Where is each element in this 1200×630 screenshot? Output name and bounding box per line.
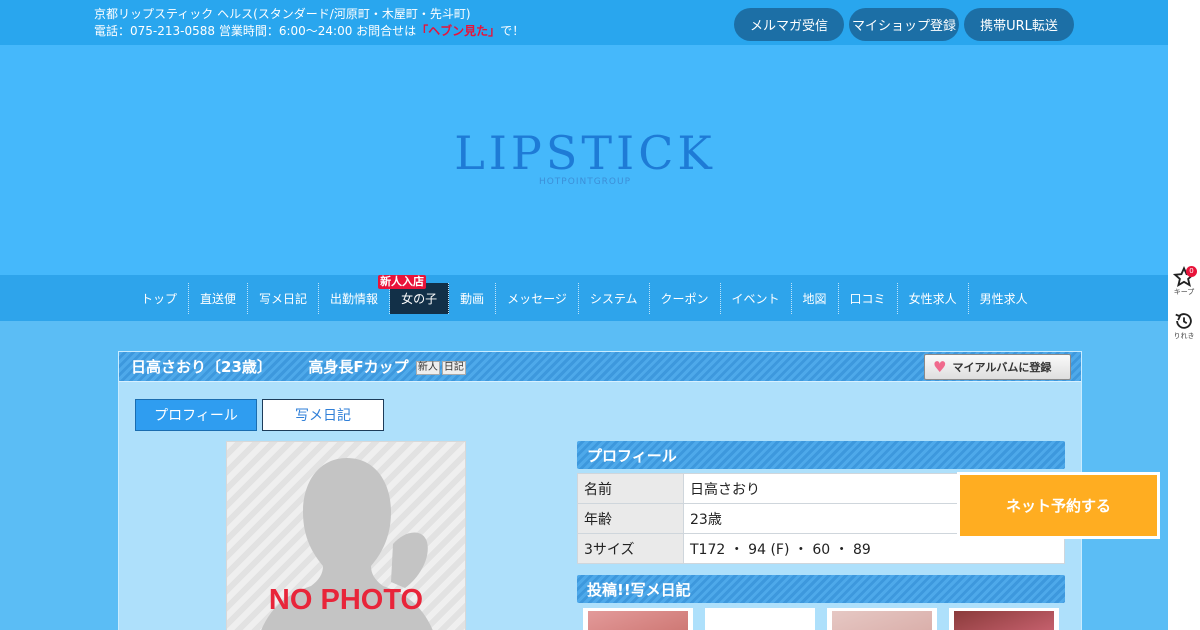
nav-label: 男性求人 (979, 292, 1028, 306)
add-album-button[interactable]: ♥ マイアルバムに登録 (924, 354, 1071, 380)
girl-name: 日高さおり〔23歳〕 (131, 358, 272, 376)
right-rail: 0 キープ りれき (1168, 0, 1200, 630)
nav-label: 写メ日記 (259, 292, 308, 306)
profile-tabs: プロフィール 写メ日記 (135, 399, 384, 431)
shop-contact: 電話：075-213-0588 営業時間：6:00～24:00 お問合せは「ヘブ… (94, 23, 524, 40)
nav-label: 出勤情報 (330, 292, 379, 306)
nav-label: クーポン (660, 292, 709, 306)
logo-word: LIPSTICK (454, 126, 716, 180)
row-key: 名前 (577, 473, 684, 504)
nav-label: 女性求人 (908, 292, 957, 306)
profile-section-heading: プロフィール (577, 441, 1065, 469)
nav-label: システム (589, 292, 638, 306)
diary-thumbnail[interactable] (583, 608, 693, 630)
shop-title: 京都リップスティック ヘルス(スタンダード/河原町・木屋町・先斗町) (94, 7, 471, 21)
profile-photo: NO PHOTO (226, 441, 466, 630)
shop-info: 京都リップスティック ヘルス(スタンダード/河原町・木屋町・先斗町) 電話：07… (94, 6, 524, 40)
main-nav: トップ 直送便 写メ日記 出勤情報 新人入店 女の子 動画 メッセージ システム … (0, 275, 1168, 321)
nav-item-message[interactable]: メッセージ (496, 283, 579, 314)
tag-new: 新人 (415, 361, 440, 375)
keep-label: キープ (1173, 288, 1195, 296)
nav-item-map[interactable]: 地図 (792, 283, 839, 314)
keep-button[interactable]: 0 キープ (1168, 266, 1200, 297)
mailmag-button[interactable]: メルマガ受信 (734, 8, 844, 41)
nav-item-movie[interactable]: 動画 (449, 283, 497, 314)
myshop-button[interactable]: マイショップ登録 (849, 8, 959, 41)
row-key: 3サイズ (577, 533, 684, 564)
nav-label: 動画 (460, 292, 485, 306)
top-bar: 京都リップスティック ヘルス(スタンダード/河原町・木屋町・先斗町) 電話：07… (0, 0, 1168, 45)
girl-catchphrase: 高身長Fカップ (308, 358, 409, 376)
thumbnail-image (954, 611, 1054, 630)
nav-label: 女の子 (401, 292, 438, 306)
history-icon (1175, 313, 1192, 329)
logo[interactable]: LIPSTICK HOTPOINTGROUP (443, 129, 727, 187)
nav-label: 地図 (802, 292, 827, 306)
diary-thumbnail[interactable] (949, 608, 1059, 630)
diary-thumbnail[interactable] (705, 608, 815, 630)
nav-label: 直送便 (200, 292, 237, 306)
nav-item-coupon[interactable]: クーポン (650, 283, 721, 314)
nav-item-review[interactable]: 口コミ (839, 283, 898, 314)
thumbnail-image (832, 611, 932, 630)
diary-thumbnails (583, 608, 1059, 630)
heart-icon: ♥ (933, 358, 947, 376)
profile-titlebar: 日高さおり〔23歳〕 高身長Fカップ 新人 日記 ♥ マイアルバムに登録 (119, 352, 1081, 382)
mobile-url-button[interactable]: 携帯URL転送 (964, 8, 1074, 41)
contact-highlight: 「ヘブン見た」 (416, 24, 501, 38)
nav-label: メッセージ (507, 292, 567, 306)
nav-label: トップ (141, 292, 178, 306)
diary-thumbnail[interactable] (827, 608, 937, 630)
girl-heading: 日高さおり〔23歳〕 高身長Fカップ 新人 日記 (131, 356, 466, 377)
hero-banner: LIPSTICK HOTPOINTGROUP (0, 45, 1168, 275)
nav-item-diary[interactable]: 写メ日記 (248, 283, 320, 314)
add-album-label: マイアルバムに登録 (952, 361, 1052, 374)
nav-item-girls[interactable]: 新人入店女の子 (378, 275, 450, 314)
contact-text: 電話：075-213-0588 営業時間：6:00～24:00 お問合せは (94, 24, 417, 38)
nav-item-top[interactable]: トップ (130, 283, 190, 314)
nav-item-event[interactable]: イベント (721, 283, 792, 314)
tab-profile[interactable]: プロフィール (135, 399, 257, 431)
diary-section-heading: 投稿!!写メ日記 (577, 575, 1065, 603)
no-photo-label: NO PHOTO (268, 584, 424, 616)
keep-count: 0 (1186, 266, 1197, 277)
nav-item-female-recruit[interactable]: 女性求人 (898, 283, 969, 314)
thumbnail-image (588, 611, 688, 630)
nav-item-system[interactable]: システム (579, 283, 650, 314)
nav-item-direct[interactable]: 直送便 (189, 283, 249, 314)
tag-diary: 日記 (441, 361, 466, 375)
nav-label: イベント (731, 292, 780, 306)
net-reserve-button[interactable]: ネット予約する (957, 472, 1160, 539)
net-reserve-label: ネット予約する (960, 475, 1157, 536)
nav-list: トップ 直送便 写メ日記 出勤情報 新人入店 女の子 動画 メッセージ システム … (130, 275, 1039, 314)
row-key: 年齢 (577, 503, 684, 534)
history-label: りれき (1173, 332, 1195, 340)
tab-photo-diary[interactable]: 写メ日記 (262, 399, 384, 431)
new-badge: 新人入店 (378, 275, 427, 289)
history-button[interactable]: りれき (1168, 310, 1200, 341)
top-buttons: メルマガ受信 マイショップ登録 携帯URL転送 (734, 8, 1074, 41)
nav-label: 口コミ (849, 292, 886, 306)
profile-panel: 日高さおり〔23歳〕 高身長Fカップ 新人 日記 ♥ マイアルバムに登録 プロフィ… (118, 351, 1082, 630)
thumbnail-image (710, 611, 810, 630)
nav-item-male-recruit[interactable]: 男性求人 (969, 283, 1039, 314)
contact-suffix: で！ (500, 24, 525, 38)
